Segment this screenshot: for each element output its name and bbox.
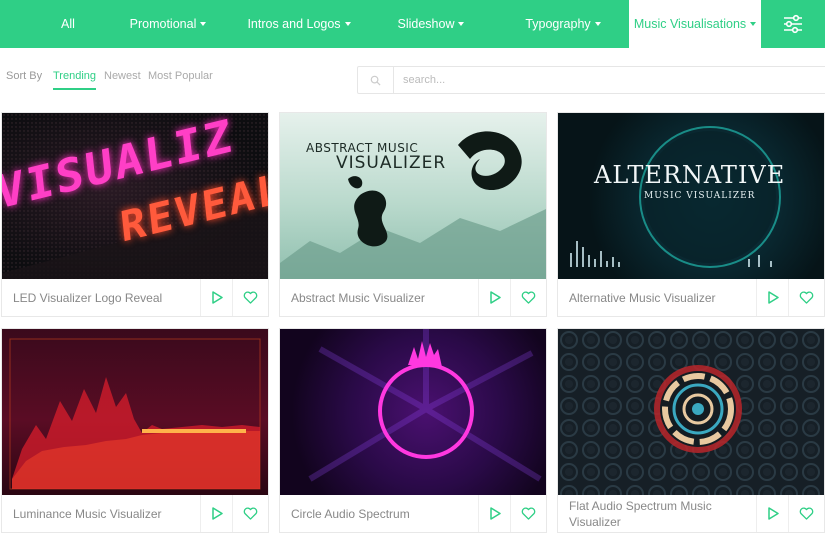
search-box bbox=[357, 66, 825, 94]
play-icon bbox=[767, 507, 779, 520]
card-title[interactable]: LED Visualizer Logo Reveal bbox=[13, 279, 193, 316]
card-footer: Flat Audio Spectrum Music Visualizer bbox=[558, 495, 824, 532]
sort-trending[interactable]: Trending bbox=[53, 70, 97, 90]
thumbnail-image[interactable]: ABSTRACT MUSIC VISUALIZER bbox=[280, 113, 546, 279]
search-icon[interactable] bbox=[358, 67, 394, 93]
nav-label: All bbox=[61, 17, 75, 31]
nav-label: Intros and Logos bbox=[247, 17, 341, 31]
template-card[interactable]: ABSTRACT MUSIC VISUALIZER Abstract Music… bbox=[279, 112, 547, 317]
nav-item-music-visualisations[interactable]: Music Visualisations bbox=[629, 0, 761, 48]
nav-label: Promotional bbox=[129, 17, 197, 31]
card-footer: Alternative Music Visualizer bbox=[558, 279, 824, 316]
search-input[interactable] bbox=[395, 67, 815, 93]
sort-most-popular[interactable]: Most Popular bbox=[148, 70, 213, 82]
sliders-icon bbox=[784, 14, 802, 34]
card-title[interactable]: Alternative Music Visualizer bbox=[569, 279, 749, 316]
card-footer: Abstract Music Visualizer bbox=[280, 279, 546, 316]
play-icon bbox=[489, 507, 501, 520]
caret-down-icon bbox=[200, 21, 207, 26]
card-title[interactable]: Abstract Music Visualizer bbox=[291, 279, 471, 316]
template-card[interactable]: Flat Audio Spectrum Music Visualizer bbox=[557, 328, 825, 533]
favorite-button[interactable] bbox=[510, 279, 546, 316]
filter-button[interactable] bbox=[761, 0, 825, 48]
nav-label: Slideshow bbox=[397, 17, 455, 31]
sort-label: Sort By bbox=[6, 70, 43, 82]
play-button[interactable] bbox=[756, 495, 788, 532]
favorite-button[interactable] bbox=[232, 279, 268, 316]
template-card[interactable]: ALTERNATIVE MUSIC VISUALIZER Alternative… bbox=[557, 112, 825, 317]
heart-icon bbox=[243, 291, 258, 304]
play-button[interactable] bbox=[478, 495, 510, 532]
caret-down-icon bbox=[458, 21, 465, 26]
thumbnail-image[interactable]: VISUALIZ REVEAL bbox=[2, 113, 268, 279]
nav-item-promotional[interactable]: Promotional bbox=[122, 0, 214, 48]
heart-icon bbox=[243, 507, 258, 520]
thumbnail-image[interactable] bbox=[2, 329, 268, 495]
thumbnail-text: ALTERNATIVE bbox=[594, 161, 786, 189]
nav-item-all[interactable]: All bbox=[50, 0, 86, 48]
nav-label: Typography bbox=[525, 17, 591, 31]
card-title[interactable]: Flat Audio Spectrum Music Visualizer bbox=[569, 495, 749, 532]
favorite-button[interactable] bbox=[788, 495, 824, 532]
card-footer: LED Visualizer Logo Reveal bbox=[2, 279, 268, 316]
thumbnail-text: MUSIC VISUALIZER bbox=[644, 191, 756, 201]
nav-item-typography[interactable]: Typography bbox=[516, 0, 610, 48]
play-button[interactable] bbox=[200, 279, 232, 316]
heart-icon bbox=[521, 291, 536, 304]
favorite-button[interactable] bbox=[232, 495, 268, 532]
template-card[interactable]: Circle Audio Spectrum bbox=[279, 328, 547, 533]
play-icon bbox=[211, 507, 223, 520]
caret-down-icon bbox=[344, 21, 351, 26]
card-title[interactable]: Circle Audio Spectrum bbox=[291, 495, 471, 532]
heart-icon bbox=[521, 507, 536, 520]
template-card[interactable]: VISUALIZ REVEAL LED Visualizer Logo Reve… bbox=[1, 112, 269, 317]
template-card[interactable]: Luminance Music Visualizer bbox=[1, 328, 269, 533]
nav-item-intros-logos[interactable]: Intros and Logos bbox=[240, 0, 358, 48]
top-navigation: All Promotional Intros and Logos Slidesh… bbox=[0, 0, 825, 48]
caret-down-icon bbox=[594, 21, 601, 26]
card-footer: Circle Audio Spectrum bbox=[280, 495, 546, 532]
thumbnail-image[interactable] bbox=[280, 329, 546, 495]
thumbnail-text: VISUALIZER bbox=[336, 153, 447, 173]
play-button[interactable] bbox=[200, 495, 232, 532]
card-title[interactable]: Luminance Music Visualizer bbox=[13, 495, 193, 532]
favorite-button[interactable] bbox=[788, 279, 824, 316]
favorite-button[interactable] bbox=[510, 495, 546, 532]
nav-label: Music Visualisations bbox=[633, 17, 747, 31]
heart-icon bbox=[799, 507, 814, 520]
play-icon bbox=[211, 291, 223, 304]
play-button[interactable] bbox=[478, 279, 510, 316]
heart-icon bbox=[799, 291, 814, 304]
thumbnail-image[interactable]: ALTERNATIVE MUSIC VISUALIZER bbox=[558, 113, 824, 279]
card-footer: Luminance Music Visualizer bbox=[2, 495, 268, 532]
play-icon bbox=[489, 291, 501, 304]
sort-newest[interactable]: Newest bbox=[104, 70, 141, 82]
thumbnail-image[interactable] bbox=[558, 329, 824, 495]
caret-down-icon bbox=[750, 21, 757, 26]
nav-item-slideshow[interactable]: Slideshow bbox=[392, 0, 470, 48]
play-button[interactable] bbox=[756, 279, 788, 316]
play-icon bbox=[767, 291, 779, 304]
